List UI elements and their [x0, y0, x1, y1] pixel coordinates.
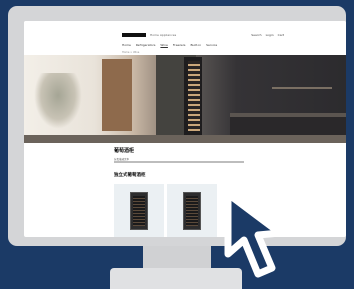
nav-item-refrigerators[interactable]: Refrigerators — [136, 43, 156, 47]
header-tools: Search Login Cart — [251, 33, 284, 37]
main-navigation: Home Refrigerators Wine Freezers Built-i… — [122, 43, 217, 47]
hero-counter — [230, 117, 346, 135]
hero-wood-panel — [102, 59, 132, 131]
cursor-arrow-icon — [224, 190, 284, 278]
site-header: Home Appliances Search Login Cart Home R… — [24, 21, 346, 57]
nav-item-home[interactable]: Home — [122, 43, 131, 47]
monitor-stand-neck — [143, 246, 211, 270]
hero-plant — [34, 73, 82, 129]
hero-kitchen-image — [24, 55, 346, 143]
nav-item-wine[interactable]: Wine — [160, 43, 167, 47]
hero-wine-bottles — [188, 61, 200, 131]
category-description-line — [114, 161, 244, 163]
search-link[interactable]: Search — [251, 33, 261, 37]
login-link[interactable]: Login — [266, 33, 274, 37]
nav-item-built-in[interactable]: Built-in — [191, 43, 202, 47]
nav-item-service[interactable]: Service — [206, 43, 217, 47]
wine-cabinet-image — [183, 192, 201, 230]
section-title: 独立式葡萄酒柜 — [114, 173, 146, 178]
hero-floor — [24, 135, 346, 143]
cart-link[interactable]: Cart — [278, 33, 284, 37]
brand-logo[interactable] — [122, 33, 146, 37]
category-title: 葡萄酒柜 — [114, 148, 135, 154]
wine-cabinet-image — [130, 192, 148, 230]
breadcrumb[interactable]: Home > Wine — [122, 51, 139, 54]
product-card[interactable] — [167, 184, 217, 237]
hero-shelf — [272, 87, 332, 89]
wine-rack — [133, 196, 145, 226]
product-card[interactable] — [114, 184, 164, 237]
brand-subtitle: Home Appliances — [150, 33, 177, 37]
nav-item-freezers[interactable]: Freezers — [173, 43, 186, 47]
wine-rack — [186, 196, 198, 226]
